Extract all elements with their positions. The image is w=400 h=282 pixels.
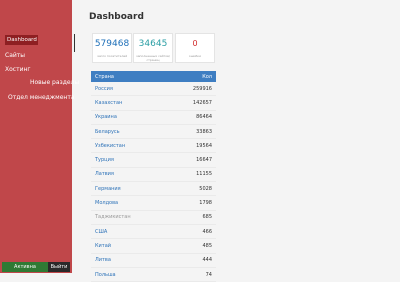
country-count: 16647 [196, 157, 212, 164]
stat-card-visitors: 579468 число посетителей [92, 33, 132, 63]
country-count: 444 [202, 257, 212, 264]
table-row: Россия 259916 [91, 82, 216, 97]
table-row: Турция 16647 [91, 153, 216, 168]
stat-label: число посетителей [96, 54, 128, 58]
country-name[interactable]: Узбекистан [95, 143, 125, 149]
column-header-count: Кол [202, 73, 212, 80]
sidebar-item-sites[interactable]: Сайты [5, 52, 25, 59]
country-name[interactable]: Молдова [95, 200, 118, 206]
active-button[interactable]: Активна [2, 262, 48, 272]
column-header-country: Страна [95, 73, 114, 80]
stat-label: заполненных сайтов/страниц [136, 54, 170, 62]
country-name[interactable]: Турция [95, 157, 114, 163]
sidebar-item-management[interactable]: Отдел менеджмента [8, 94, 75, 101]
country-count: 142657 [192, 99, 212, 106]
country-name[interactable]: Польша [95, 272, 116, 278]
table-row: Казахстан 142657 [91, 96, 216, 111]
country-name[interactable]: Китай [95, 243, 111, 249]
table-row: США 466 [91, 225, 216, 240]
country-name[interactable]: Таджикистан [95, 214, 131, 220]
stat-value: 579468 [94, 39, 130, 49]
table-row: Молдова 1798 [91, 196, 216, 211]
table-row: Германия 5028 [91, 182, 216, 197]
country-count: 5028 [199, 185, 212, 192]
country-count: 685 [202, 214, 212, 221]
countries-table: Страна Кол Россия 259916 Казахстан 142657 Ук… [91, 71, 216, 282]
country-name[interactable]: Литва [95, 257, 111, 263]
country-count: 74 [205, 271, 212, 278]
country-name[interactable]: США [95, 229, 107, 235]
country-name[interactable]: Беларусь [95, 129, 120, 135]
sidebar-item-hosting[interactable]: Хостинг [5, 66, 31, 73]
table-row: Польша 74 [91, 268, 216, 282]
stat-value: 0 [192, 39, 198, 48]
country-name[interactable]: Украина [95, 114, 117, 120]
table-row: Узбекистан 19564 [91, 139, 216, 154]
country-count: 33863 [196, 128, 212, 135]
country-name[interactable]: Германия [95, 186, 121, 192]
sidebar: Dashboard Сайты Хостинг Новые разделы От… [0, 0, 79, 273]
table-row: Украина 86464 [91, 111, 216, 125]
table-row: Беларусь 33863 [91, 125, 216, 140]
table-row: Таджикистан 685 [91, 211, 216, 225]
country-count: 11155 [196, 171, 212, 178]
sidebar-item-dashboard[interactable]: Dashboard [5, 35, 38, 45]
country-count: 466 [202, 228, 212, 235]
page-title: Dashboard [89, 12, 144, 22]
country-count: 485 [202, 242, 212, 249]
stat-card-errors: 0 ошибки [175, 33, 215, 63]
table-header: Страна Кол [91, 71, 216, 82]
country-name[interactable]: Россия [95, 86, 113, 92]
main-content: Dashboard 579468 число посетителей 34645… [75, 0, 400, 282]
country-count: 19564 [196, 142, 212, 149]
table-row: Литва 444 [91, 254, 216, 268]
country-count: 259916 [192, 85, 212, 92]
sidebar-item-new-sections[interactable]: Новые разделы [30, 79, 79, 86]
country-name[interactable]: Казахстан [95, 100, 122, 106]
country-count: 1798 [199, 200, 212, 207]
stat-value: 34645 [138, 39, 168, 49]
table-row: Китай 485 [91, 239, 216, 254]
stat-card-sites: 34645 заполненных сайтов/страниц [133, 33, 173, 63]
stat-label: ошибки [188, 54, 202, 58]
country-name[interactable]: Латвия [95, 171, 114, 177]
country-count: 86464 [196, 114, 212, 121]
logout-button[interactable]: Выйти [48, 262, 70, 272]
table-row: Латвия 11155 [91, 168, 216, 183]
